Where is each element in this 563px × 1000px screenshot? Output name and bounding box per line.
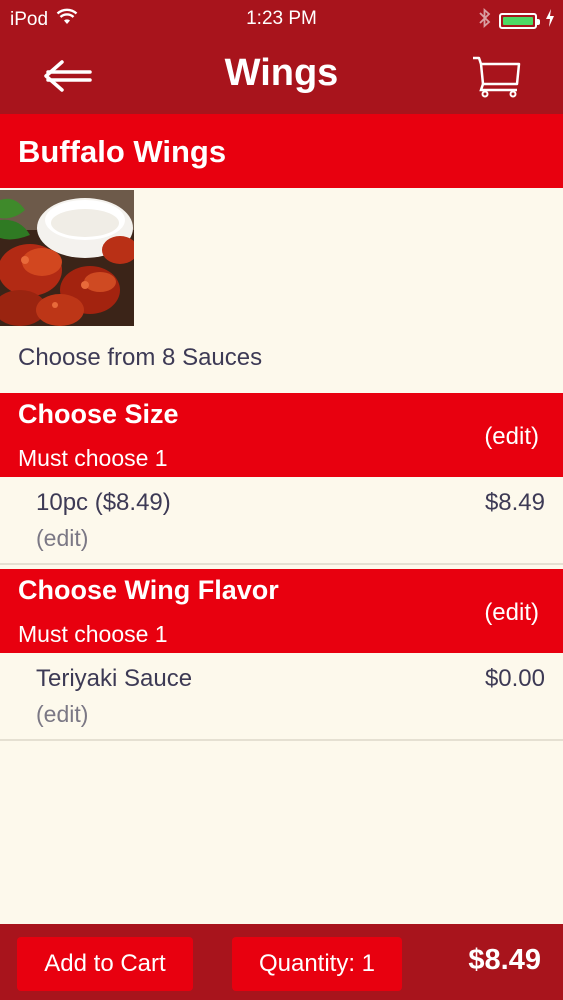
choice-name: 10pc ($8.49) — [36, 489, 171, 516]
choice-price: $8.49 — [484, 489, 545, 516]
add-to-cart-button[interactable]: Add to Cart — [17, 937, 193, 991]
group-subtitle: Must choose 1 — [18, 445, 168, 471]
item-header: Buffalo Wings — [0, 114, 563, 188]
item-photo — [0, 190, 134, 326]
option-group-flavor-header: Choose Wing Flavor Must choose 1 (edit) — [0, 569, 563, 653]
charging-icon — [545, 9, 555, 33]
battery-icon — [499, 13, 540, 29]
nav-bar: Wings — [0, 38, 563, 114]
group-title: Choose Wing Flavor — [18, 575, 279, 605]
group-title: Choose Size — [18, 399, 179, 429]
selected-flavor-row[interactable]: Teriyaki Sauce (edit) $0.00 — [0, 653, 563, 741]
battery-fill — [503, 17, 533, 25]
item-description: Choose from 8 Sauces — [18, 344, 263, 371]
cart-icon — [473, 56, 521, 98]
selected-size-row[interactable]: 10pc ($8.49) (edit) $8.49 — [0, 477, 563, 565]
edit-flavor-choice-button[interactable]: (edit) — [36, 701, 88, 728]
bluetooth-icon — [479, 7, 491, 34]
status-right — [479, 7, 555, 34]
group-subtitle: Must choose 1 — [18, 621, 168, 647]
edit-size-choice-button[interactable]: (edit) — [36, 525, 88, 552]
option-group-size-header: Choose Size Must choose 1 (edit) — [0, 393, 563, 477]
total-price: $8.49 — [468, 944, 541, 976]
status-bar: iPod 1:23 PM — [0, 0, 563, 38]
edit-size-group-button[interactable]: (edit) — [484, 423, 539, 451]
battery-tip — [537, 19, 540, 25]
bottom-bar: Add to Cart Quantity: 1 $8.49 — [0, 924, 563, 1000]
edit-flavor-group-button[interactable]: (edit) — [484, 599, 539, 627]
quantity-button[interactable]: Quantity: 1 — [232, 937, 402, 991]
item-title: Buffalo Wings — [18, 134, 227, 169]
choice-price: $0.00 — [484, 665, 545, 692]
cart-button[interactable] — [471, 54, 523, 98]
choice-name: Teriyaki Sauce — [36, 665, 193, 692]
